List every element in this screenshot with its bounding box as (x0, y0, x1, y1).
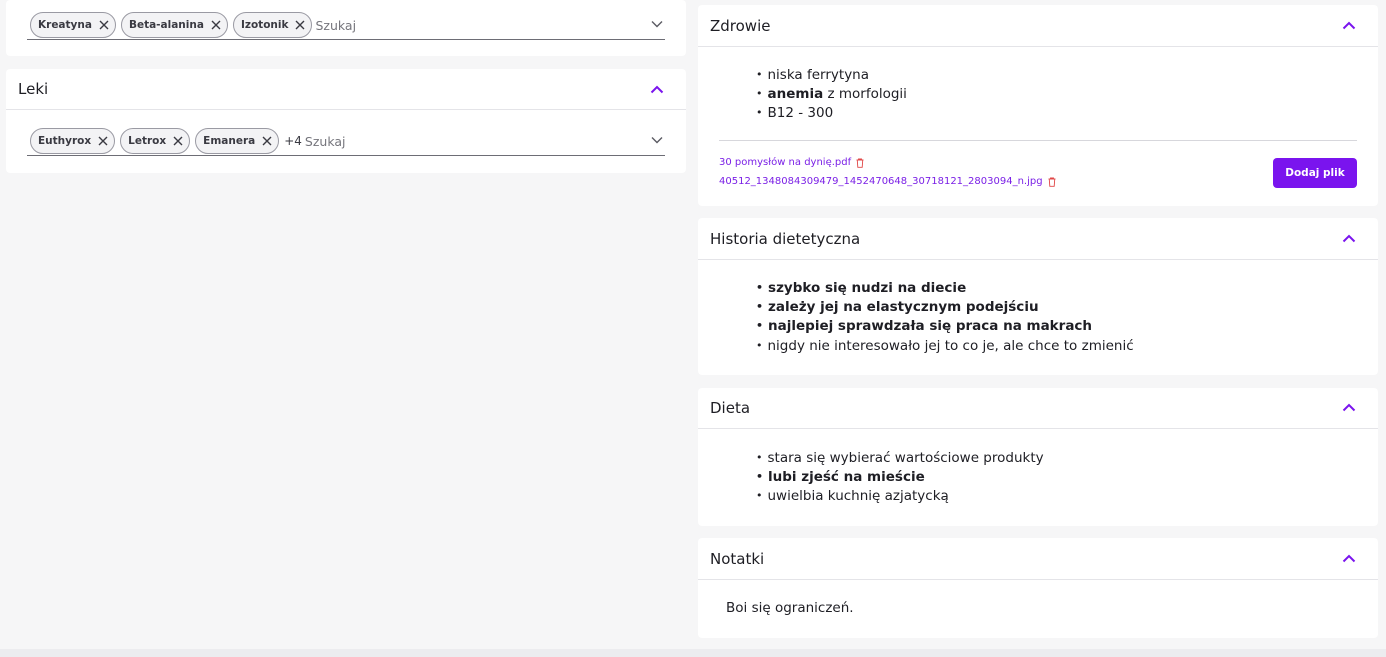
supplements-chip-list: Kreatyna Beta-alanina Izotonik Szukaj (30, 12, 356, 38)
leki-card: Leki Euthyrox Letrox Emanera +4 Szukaj (6, 69, 686, 173)
note-text: Boi się ograniczeń. (726, 600, 854, 616)
list-item: szybko się nudzi na diecie (756, 279, 1134, 298)
supplements-card: Kreatyna Beta-alanina Izotonik Szukaj (6, 0, 686, 56)
remove-icon[interactable] (99, 20, 109, 30)
zdrowie-header[interactable]: Zdrowie (698, 5, 1378, 47)
leki-search-input[interactable]: Szukaj (305, 134, 346, 149)
file-name[interactable]: 40512_1348084309479_1452470648_30718121_… (719, 176, 1043, 187)
dieta-list: stara się wybierać wartościowe produkty … (756, 449, 1044, 507)
chevron-up-icon[interactable] (1342, 21, 1356, 30)
list-item: uwielbia kuchnię azjatycką (756, 487, 1044, 506)
remove-icon[interactable] (173, 136, 183, 146)
section-title: Notatki (710, 550, 765, 568)
chip-label: Emanera (203, 135, 256, 147)
medication-chip[interactable]: Emanera (195, 128, 280, 154)
dieta-header[interactable]: Dieta (698, 388, 1378, 429)
trash-icon[interactable] (1048, 177, 1056, 187)
remove-icon[interactable] (211, 20, 221, 30)
chevron-down-icon[interactable] (651, 20, 663, 28)
notatki-card: Notatki Boi się ograniczeń. (698, 538, 1378, 638)
chevron-up-icon[interactable] (1342, 403, 1356, 412)
list-item: niska ferrytyna (756, 66, 907, 85)
bottom-bar (0, 649, 1386, 657)
file-link[interactable]: 40512_1348084309479_1452470648_30718121_… (719, 176, 1056, 187)
notatki-header[interactable]: Notatki (698, 538, 1378, 580)
list-item: B12 - 300 (756, 104, 907, 123)
medication-chip[interactable]: Euthyrox (30, 128, 116, 154)
zdrowie-card: Zdrowie niska ferrytyna anemia z morfolo… (698, 5, 1378, 206)
list-item: zależy jej na elastycznym podejściu (756, 298, 1134, 317)
chevron-down-icon[interactable] (651, 136, 663, 144)
zdrowie-list: niska ferrytyna anemia z morfologii B12 … (756, 66, 907, 124)
trash-icon[interactable] (856, 158, 864, 168)
supplements-multiselect[interactable]: Kreatyna Beta-alanina Izotonik Szukaj (27, 10, 665, 40)
historia-header[interactable]: Historia dietetyczna (698, 218, 1378, 260)
divider (719, 140, 1357, 141)
leki-header[interactable]: Leki (6, 69, 686, 110)
chip-label: Euthyrox (38, 135, 92, 147)
chevron-up-icon[interactable] (1342, 554, 1356, 563)
add-file-button[interactable]: Dodaj plik (1273, 158, 1357, 188)
more-count[interactable]: +4 (284, 134, 302, 148)
list-item: anemia z morfologii (756, 85, 907, 104)
section-title: Historia dietetyczna (710, 230, 861, 248)
file-name[interactable]: 30 pomysłów na dynię.pdf (719, 157, 851, 168)
chevron-up-icon[interactable] (1342, 234, 1356, 243)
chip-label: Letrox (128, 135, 167, 147)
chip-label: Beta-alanina (128, 19, 204, 31)
chip-label: Kreatyna (38, 19, 92, 31)
list-item: nigdy nie interesowało jej to co je, ale… (756, 337, 1134, 356)
supplement-chip[interactable]: Kreatyna (30, 12, 116, 38)
chip-label: Izotonik (240, 19, 289, 31)
section-title: Leki (18, 80, 49, 98)
supplement-chip[interactable]: Beta-alanina (120, 12, 228, 38)
leki-multiselect[interactable]: Euthyrox Letrox Emanera +4 Szukaj (27, 126, 665, 156)
supplement-chip[interactable]: Izotonik (232, 12, 313, 38)
historia-list: szybko się nudzi na diecie zależy jej na… (756, 279, 1134, 356)
list-item: stara się wybierać wartościowe produkty (756, 449, 1044, 468)
historia-card: Historia dietetyczna szybko się nudzi na… (698, 218, 1378, 375)
leki-chip-list: Euthyrox Letrox Emanera +4 Szukaj (30, 128, 346, 154)
supplements-search-input[interactable]: Szukaj (315, 18, 356, 33)
list-item: lubi zjeść na mieście (756, 468, 1044, 487)
medication-chip[interactable]: Letrox (120, 128, 191, 154)
list-item: najlepiej sprawdzała się praca na makrac… (756, 317, 1134, 336)
chevron-up-icon[interactable] (650, 85, 664, 94)
remove-icon[interactable] (295, 20, 305, 30)
section-title: Zdrowie (710, 17, 771, 35)
remove-icon[interactable] (262, 136, 272, 146)
section-title: Dieta (710, 399, 751, 417)
dieta-card: Dieta stara się wybierać wartościowe pro… (698, 388, 1378, 526)
file-link[interactable]: 30 pomysłów na dynię.pdf (719, 157, 864, 168)
remove-icon[interactable] (98, 136, 108, 146)
